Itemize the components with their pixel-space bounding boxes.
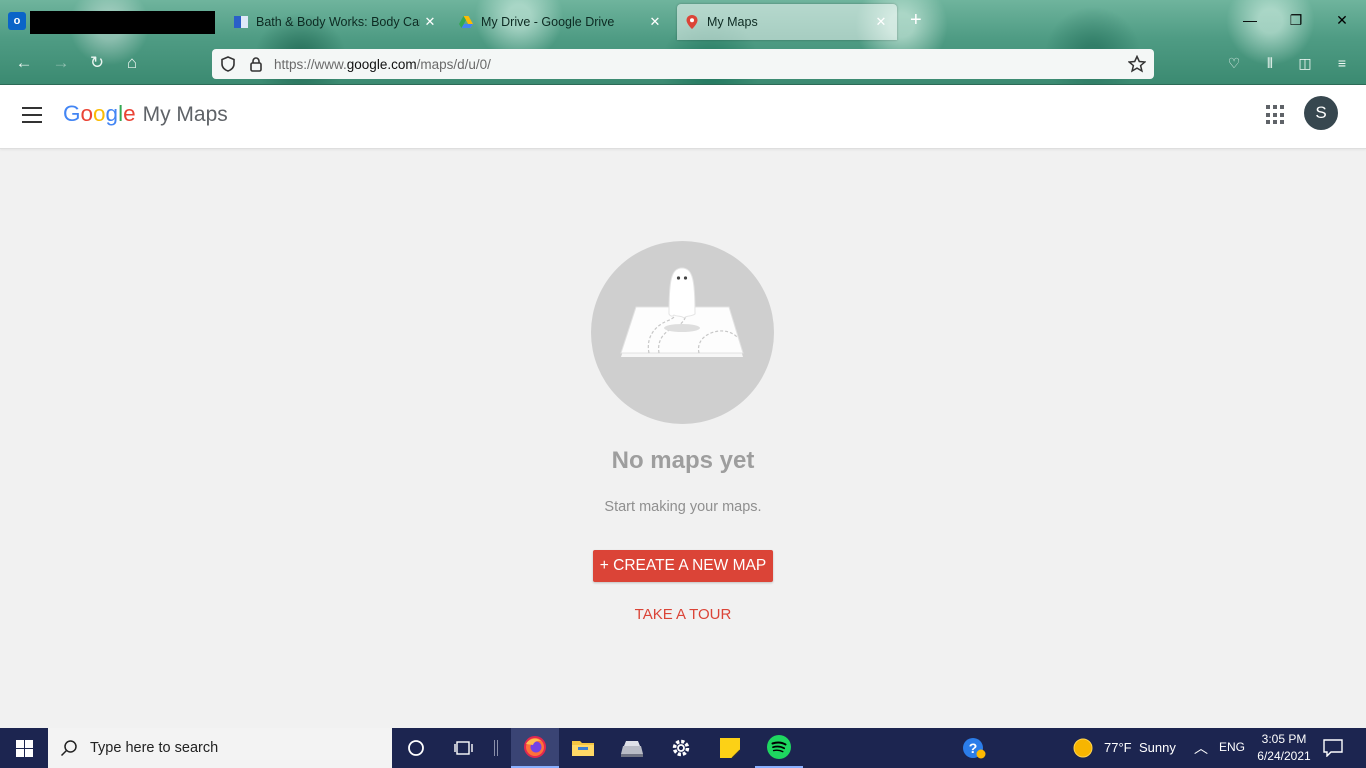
tab-google-drive[interactable]: My Drive - Google Drive ✕	[451, 4, 671, 40]
taskbar-divider	[494, 740, 498, 756]
url-prefix: https://www.	[274, 56, 347, 72]
forward-arrow-icon[interactable]: →	[50, 53, 72, 73]
tab-title: Bath & Body Works: Body Care	[256, 15, 420, 29]
google-letter: g	[105, 101, 119, 126]
windows-taskbar: Type here to search ? 77°F Sunny ︿ ENG 3…	[0, 728, 1366, 768]
spotify-icon[interactable]	[755, 728, 803, 768]
weather-description[interactable]: Sunny	[1139, 740, 1176, 755]
help-icon[interactable]: ?	[950, 728, 998, 768]
google-letter: o	[80, 101, 94, 126]
url-text[interactable]: https://www.google.com/maps/d/u/0/	[274, 57, 1128, 72]
address-bar[interactable]: https://www.google.com/maps/d/u/0/	[212, 49, 1154, 79]
taskbar-search-box[interactable]: Type here to search	[48, 728, 392, 768]
take-a-tour-link[interactable]: TAKE A TOUR	[583, 606, 783, 623]
maximize-button[interactable]: ❐	[1284, 12, 1308, 29]
menu-icon[interactable]: ≡	[1332, 55, 1352, 71]
google-letter: e	[123, 101, 136, 126]
browser-chrome: o Bath & Body Works: Body Care ✕ My Driv…	[0, 0, 1366, 85]
lock-icon[interactable]	[248, 56, 264, 72]
search-placeholder: Type here to search	[90, 740, 219, 756]
language-indicator[interactable]: ENG	[1219, 740, 1245, 754]
back-arrow-icon[interactable]: ←	[13, 53, 35, 73]
bath-body-works-icon	[234, 16, 248, 28]
reload-icon[interactable]: ↻	[86, 53, 108, 73]
clock-time: 3:05 PM	[1261, 732, 1307, 746]
search-icon	[60, 740, 77, 757]
google-letter: o	[93, 101, 106, 126]
notifications-icon[interactable]	[1323, 739, 1343, 757]
tab-title: My Maps	[707, 15, 758, 29]
google-wordmark: Google	[63, 101, 136, 127]
url-path: /maps/d/u/0/	[416, 56, 491, 72]
google-drive-icon	[459, 16, 473, 28]
file-explorer-icon[interactable]	[559, 728, 607, 768]
bookmark-star-icon[interactable]	[1128, 55, 1146, 73]
home-icon[interactable]: ⌂	[121, 53, 143, 73]
sun-weather-icon[interactable]	[1073, 738, 1093, 758]
google-letter: G	[63, 101, 81, 126]
pocket-icon[interactable]: ♡	[1224, 55, 1244, 72]
clock-date: 6/24/2021	[1257, 749, 1311, 763]
task-view-icon[interactable]	[440, 728, 488, 768]
library-icon[interactable]: ⫴	[1260, 55, 1280, 72]
taskbar-clock[interactable]: 3:05 PM 6/24/2021	[1246, 731, 1322, 765]
tab-bath-body-works[interactable]: Bath & Body Works: Body Care ✕	[226, 4, 446, 40]
printer-app-icon[interactable]	[608, 728, 656, 768]
sticky-notes-icon[interactable]	[706, 728, 754, 768]
firefox-taskbar-icon[interactable]	[511, 728, 559, 768]
no-maps-ghost-illustration	[591, 241, 774, 424]
windows-start-button[interactable]	[0, 728, 48, 768]
tab-close-icon[interactable]: ✕	[871, 14, 891, 30]
tab-close-icon[interactable]: ✕	[645, 14, 665, 30]
tab-close-icon[interactable]: ✕	[420, 14, 440, 30]
redacted-tab	[30, 11, 215, 34]
minimize-button[interactable]: —	[1238, 12, 1262, 28]
empty-state-title: No maps yet	[611, 447, 755, 474]
tracking-shield-icon[interactable]	[220, 56, 236, 72]
svg-text:?: ?	[969, 740, 978, 756]
map-pin-icon	[686, 15, 698, 29]
product-name: My Maps	[142, 103, 228, 126]
settings-gear-icon[interactable]	[657, 728, 705, 768]
new-tab-button[interactable]: +	[910, 10, 922, 30]
avatar[interactable]: S	[1304, 96, 1338, 130]
google-apps-icon[interactable]	[1266, 105, 1286, 125]
google-my-maps-logo[interactable]: Google My Maps	[63, 101, 228, 127]
tab-title: My Drive - Google Drive	[481, 15, 615, 29]
nav-bar: ← → ↻ ⌂ https://www.google.com/maps/d/u/…	[0, 43, 1366, 85]
tab-my-maps[interactable]: My Maps ✕	[677, 4, 897, 40]
app-header: Google My Maps S	[0, 85, 1366, 149]
close-window-button[interactable]: ✕	[1330, 12, 1354, 29]
sidebar-icon[interactable]: ◫	[1295, 55, 1315, 72]
outlook-icon[interactable]: o	[8, 12, 26, 30]
cortana-icon[interactable]	[392, 728, 440, 768]
tray-chevron-up-icon[interactable]: ︿	[1194, 738, 1208, 758]
empty-state-subtitle: Start making your maps.	[604, 499, 762, 515]
tab-strip: o Bath & Body Works: Body Care ✕ My Driv…	[0, 0, 1366, 43]
create-new-map-button[interactable]: + CREATE A NEW MAP	[593, 550, 773, 582]
weather-temperature[interactable]: 77°F	[1104, 740, 1132, 755]
hamburger-menu-icon[interactable]	[22, 107, 42, 123]
url-domain: google.com	[346, 56, 417, 72]
windows-logo-icon	[15, 739, 33, 757]
